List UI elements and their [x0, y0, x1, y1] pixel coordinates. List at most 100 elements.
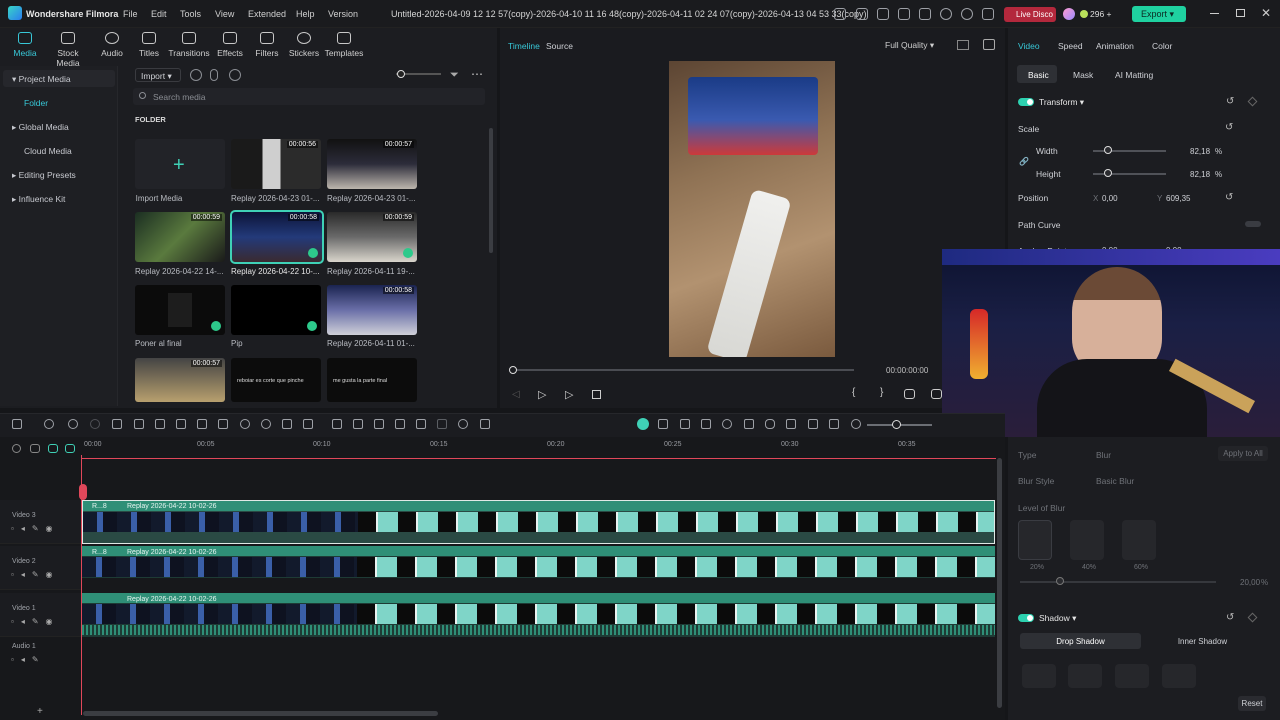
settings-icon[interactable] — [12, 444, 21, 453]
media-thumbnail[interactable]: 00:00:59 — [327, 212, 417, 262]
menu-tools[interactable]: Tools — [180, 9, 201, 19]
shadow-heading[interactable]: Shadow ▾ — [1039, 613, 1076, 624]
mask-icon[interactable] — [416, 419, 426, 429]
blur-slider[interactable] — [1020, 581, 1216, 583]
media-thumbnail[interactable]: me gusta la parte final — [327, 358, 417, 402]
sidebar-item-folder[interactable]: Folder — [24, 98, 48, 108]
menu-file[interactable]: File — [123, 9, 138, 19]
tab-color[interactable]: Color — [1152, 41, 1172, 51]
mixer-icon[interactable] — [786, 419, 796, 429]
support-icon[interactable] — [961, 8, 973, 20]
track-controls[interactable]: ▫◂✎◉ — [11, 524, 60, 533]
tab-titles[interactable]: Titles — [129, 30, 169, 58]
width-slider-knob[interactable] — [1104, 146, 1112, 154]
clip-video3[interactable] — [82, 500, 995, 544]
menu-help[interactable]: Help — [296, 9, 315, 19]
path-curve-toggle[interactable] — [1245, 221, 1261, 227]
reset-shadow-icon[interactable]: ↺ — [1226, 612, 1234, 623]
import-media-tile[interactable]: + — [135, 139, 225, 189]
preview-scrubber[interactable] — [509, 366, 517, 374]
record-voice-icon[interactable] — [765, 419, 775, 429]
sidebar-item-influence-kit[interactable]: ▸ Influence Kit — [12, 194, 65, 205]
ripple-icon[interactable] — [701, 419, 711, 429]
media-thumbnail[interactable]: 00:00:56 — [231, 139, 321, 189]
blur-amount[interactable]: 20,00 — [1240, 578, 1260, 587]
timeline-horizontal-scrollbar[interactable] — [83, 711, 438, 716]
media-thumbnail[interactable] — [135, 285, 225, 335]
shadow-preset[interactable] — [1068, 664, 1102, 688]
live-discord-badge[interactable]: Live Disco — [1004, 7, 1056, 22]
type-dropdown[interactable]: Blur — [1096, 450, 1111, 460]
position-y-value[interactable]: 609,35 — [1166, 194, 1190, 203]
quality-dropdown[interactable]: Full Quality ▾ — [885, 40, 934, 51]
timeline-ruler[interactable] — [82, 439, 996, 455]
tab-source[interactable]: Source — [546, 41, 573, 51]
redo-icon[interactable] — [90, 419, 100, 429]
blur-slider-knob[interactable] — [1056, 577, 1064, 585]
shadow-toggle[interactable] — [1018, 614, 1034, 622]
send-icon[interactable] — [877, 8, 889, 20]
gift-icon[interactable] — [834, 8, 846, 20]
shadow-preset[interactable] — [1022, 664, 1056, 688]
shadow-preset[interactable] — [1162, 664, 1196, 688]
tab-templates[interactable]: Templates — [323, 30, 365, 58]
media-thumbnail[interactable]: reboiar es corte que pinche — [231, 358, 321, 402]
sidebar-item-project-media[interactable]: ▾ Project Media — [12, 74, 71, 85]
auto-reframe-icon[interactable] — [332, 419, 342, 429]
media-scrollbar[interactable] — [489, 128, 493, 253]
tab-stock-media[interactable]: Stock Media — [46, 30, 90, 68]
more-icon[interactable]: ⋯ — [471, 67, 483, 81]
split-icon[interactable] — [134, 419, 144, 429]
transform-toggle[interactable] — [1018, 98, 1034, 106]
text-icon[interactable] — [176, 419, 186, 429]
pip-icon[interactable] — [829, 419, 839, 429]
snapshot-icon[interactable] — [983, 39, 995, 50]
ai-icon[interactable] — [229, 69, 241, 81]
track-controls[interactable]: ▫◂✎◉ — [11, 570, 60, 579]
lock-ratio-icon[interactable]: 🔗 — [1019, 157, 1029, 166]
lightbulb-icon[interactable] — [856, 8, 868, 20]
color-icon[interactable] — [240, 419, 250, 429]
shadow-preset[interactable] — [1115, 664, 1149, 688]
stabilize-icon[interactable] — [374, 419, 384, 429]
group-icon[interactable] — [437, 419, 447, 429]
delete-icon[interactable] — [112, 419, 122, 429]
height-slider-knob[interactable] — [1104, 169, 1112, 177]
media-thumbnail[interactable] — [231, 285, 321, 335]
ai-tool-icon[interactable] — [353, 419, 363, 429]
transform-icon[interactable] — [197, 419, 207, 429]
mark-in-icon[interactable]: { — [852, 387, 855, 398]
image-icon[interactable] — [919, 8, 931, 20]
step-play-icon[interactable]: ▷ — [538, 388, 546, 401]
tab-animation[interactable]: Animation — [1096, 41, 1134, 51]
clip-video2[interactable] — [82, 546, 995, 578]
tab-video[interactable]: Video — [1018, 41, 1040, 51]
timeline-vertical-scrollbar[interactable] — [997, 458, 1002, 708]
prev-frame-icon[interactable]: ◁ — [512, 389, 520, 400]
credits-count[interactable]: 296 + — [1080, 9, 1112, 19]
menu-edit[interactable]: Edit — [151, 9, 167, 19]
clip-video1[interactable] — [82, 593, 995, 637]
link-track-icon[interactable] — [30, 444, 40, 453]
transform-heading[interactable]: Transform ▾ — [1039, 97, 1084, 108]
tab-media[interactable]: Media — [5, 30, 45, 58]
minimize-icon[interactable] — [1210, 13, 1219, 14]
sidebar-item-cloud-media[interactable]: Cloud Media — [24, 146, 72, 156]
tab-timeline[interactable]: Timeline — [508, 41, 540, 51]
keyframe-tool-icon[interactable] — [282, 419, 292, 429]
reset-transform-icon[interactable]: ↺ — [1226, 96, 1234, 107]
drop-shadow-tab[interactable]: Drop Shadow — [1020, 633, 1141, 649]
grid-view-icon[interactable] — [957, 40, 969, 50]
sidebar-item-editing-presets[interactable]: ▸ Editing Presets — [12, 170, 76, 181]
record-icon[interactable] — [190, 69, 202, 81]
tab-speed[interactable]: Speed — [1058, 41, 1083, 51]
height-value[interactable]: 82,18 — [1190, 170, 1210, 179]
link-icon[interactable] — [458, 419, 468, 429]
blur-preset-60[interactable] — [1122, 520, 1156, 560]
media-thumbnail[interactable]: 00:00:57 — [135, 358, 225, 402]
search-input[interactable]: Search media — [133, 88, 485, 105]
filter-icon[interactable]: ⏷ — [450, 69, 459, 82]
crop-icon[interactable] — [155, 419, 165, 429]
media-thumbnail[interactable]: 00:00:57 — [327, 139, 417, 189]
play-icon[interactable]: ▷ — [565, 388, 573, 401]
